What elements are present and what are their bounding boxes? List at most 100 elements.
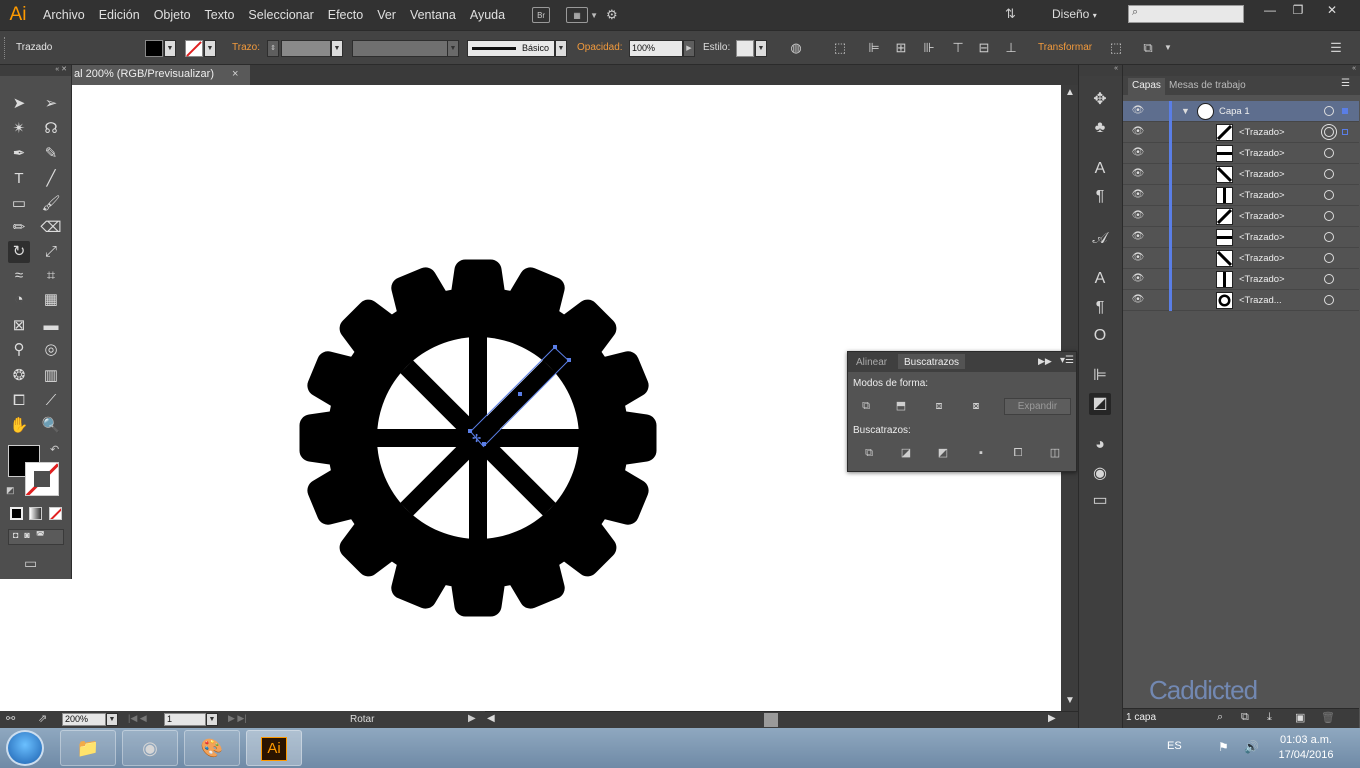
rectangle-tool-icon[interactable]: ▭ [8,193,30,215]
menu-efecto[interactable]: Efecto [321,8,370,22]
tab-alinear[interactable]: Alinear [856,357,887,368]
visibility-eye-icon[interactable]: 👁 [1131,189,1145,201]
symbols-icon[interactable]: ♣ [1089,117,1111,139]
panel-menu-icon[interactable]: ☰ [1328,40,1344,56]
stroke-weight-input[interactable] [281,40,331,57]
brushes-icon[interactable]: ✥ [1089,89,1111,111]
blend-tool-icon[interactable]: ◎ [40,339,62,361]
align-middle-icon[interactable]: ⊟ [976,40,992,56]
none-mode-icon[interactable] [49,507,62,520]
layer-row-trazado[interactable]: 👁 <Trazado> [1123,185,1359,206]
illustrator-taskbar-button[interactable]: Ai [246,730,302,766]
selection-tool-icon[interactable]: ➤ [8,93,30,115]
visibility-eye-icon[interactable]: 👁 [1131,168,1145,180]
lasso-tool-icon[interactable]: ☊ [40,118,62,140]
transform-link[interactable]: Transformar [1038,42,1092,53]
unite-icon[interactable]: ⧉ [857,398,875,414]
new-layer-icon[interactable]: ▣ [1295,711,1305,724]
target-icon[interactable] [1324,253,1334,263]
opentype-icon[interactable]: O [1089,325,1111,347]
style-dropdown[interactable]: ▼ [755,40,767,57]
stroke-weight-label[interactable]: Trazo: [232,42,260,53]
eyedropper-tool-icon[interactable]: ⚲ [8,339,30,361]
curvature-tool-icon[interactable]: ✎ [40,143,62,165]
path-name[interactable]: <Trazado> [1239,232,1285,243]
width-tool-icon[interactable]: ≈ [8,265,30,287]
tab-mesas-de-trabajo[interactable]: Mesas de trabajo [1169,80,1246,91]
path-name[interactable]: <Trazado> [1239,274,1285,285]
close-window-button[interactable]: ✕ [1318,2,1346,18]
minimize-button[interactable]: — [1256,2,1284,18]
tab-buscatrazos[interactable]: Buscatrazos [898,354,966,369]
visibility-eye-icon[interactable]: 👁 [1131,273,1145,285]
type-tool-icon[interactable]: T [8,168,30,190]
mesh-tool-icon[interactable]: ⊠ [8,315,30,337]
artboard-dropdown[interactable]: ▼ [206,713,218,726]
first-artboard-icon[interactable]: |◀ ◀ [128,713,147,724]
selection-indicator[interactable] [1342,108,1348,114]
language-indicator[interactable]: ES [1167,740,1182,752]
pen-tool-icon[interactable]: ✒ [8,143,30,165]
layers-menu-icon[interactable]: ☰ [1341,78,1350,89]
scroll-down-icon[interactable]: ▼ [1065,695,1075,706]
scale-tool-icon[interactable]: ⤢ [40,241,62,263]
collapse-panel-icon[interactable]: ▶▶ [1038,356,1052,367]
start-button[interactable] [6,730,44,766]
visibility-eye-icon[interactable]: 👁 [1131,231,1145,243]
align-bottom-icon[interactable]: ⊥ [1003,40,1019,56]
paint-icon[interactable]: 🎨 [184,730,240,766]
document-tab[interactable]: al 200% (RGB/Previsualizar) [72,65,250,85]
color-guide-icon[interactable]: ◕ [1089,434,1111,456]
layer-row-trazado[interactable]: 👁 <Trazado> [1123,206,1359,227]
opacity-input[interactable]: 100% [629,40,683,57]
layer-row-trazado[interactable]: 👁 <Trazad... [1123,290,1359,311]
opacity-slider-button[interactable]: ▶ [683,40,695,57]
merge-icon[interactable]: ◩ [934,445,952,461]
eraser-tool-icon[interactable]: ⌫ [40,217,62,239]
target-icon[interactable] [1324,169,1334,179]
transparency-icon[interactable]: ◉ [1089,463,1111,485]
perspective-grid-tool-icon[interactable]: ▦ [40,289,62,311]
symbol-sprayer-tool-icon[interactable]: ❂ [8,365,30,387]
layer-row-trazado[interactable]: 👁 <Trazado> [1123,164,1359,185]
clipping-mask-icon[interactable]: ⧉ [1241,711,1249,724]
path-name[interactable]: <Trazado> [1239,169,1285,180]
restore-button[interactable]: ❐ [1284,2,1312,18]
divide-icon[interactable]: ⧉ [860,445,878,461]
intersect-icon[interactable]: ⧈ [930,398,948,414]
artboard-tool-icon[interactable]: ⧠ [8,390,30,412]
layers-panel-header[interactable]: « [1123,65,1360,76]
layer-row-trazado[interactable]: 👁 <Trazado> [1123,122,1359,143]
bridge-icon[interactable]: Br [532,7,551,23]
cc-libraries-icon[interactable]: ⚯ [6,712,15,725]
shape-builder-tool-icon[interactable]: ◔ [8,289,30,311]
paragraph-styles-icon[interactable]: ¶ [1089,186,1111,208]
layer-row-trazado[interactable]: 👁 <Trazado> [1123,269,1359,290]
target-icon[interactable] [1324,274,1334,284]
direct-selection-tool-icon[interactable]: ➢ [40,93,62,115]
menu-seleccionar[interactable]: Seleccionar [241,8,320,22]
visibility-eye-icon[interactable]: 👁 [1131,252,1145,264]
grip-handle[interactable] [4,37,6,59]
arrange-documents-icon[interactable]: ▦ [566,7,589,23]
path-name[interactable]: <Trazado> [1239,127,1285,138]
layer-row-trazado[interactable]: 👁 <Trazado> [1123,227,1359,248]
opacity-label[interactable]: Opacidad: [577,42,623,53]
layer-row-trazado[interactable]: 👁 <Trazado> [1123,143,1359,164]
target-icon[interactable] [1324,211,1334,221]
toolbox-header[interactable]: « ✕ [0,65,71,76]
target-icon[interactable] [1324,232,1334,242]
menu-edicion[interactable]: Edición [92,8,147,22]
zoom-dropdown[interactable]: ▼ [106,713,118,726]
menu-archivo[interactable]: Archivo [36,8,92,22]
dock-header[interactable]: « [1079,65,1122,76]
menu-ayuda[interactable]: Ayuda [463,8,512,22]
rotate-tool-icon[interactable]: ↻ [8,241,30,263]
artboard-navigation-input[interactable]: 1 [164,713,206,726]
system-clock[interactable]: 01:03 a.m. 17/04/2016 [1272,733,1340,763]
target-icon[interactable] [1324,127,1334,137]
layer-row-capa-1[interactable]: 👁 ▼ Capa 1 [1123,101,1359,122]
character-icon[interactable]: A [1089,268,1111,290]
swap-fill-stroke-icon[interactable]: ↶ [50,443,59,456]
last-artboard-icon[interactable]: ▶ ▶| [228,713,247,724]
